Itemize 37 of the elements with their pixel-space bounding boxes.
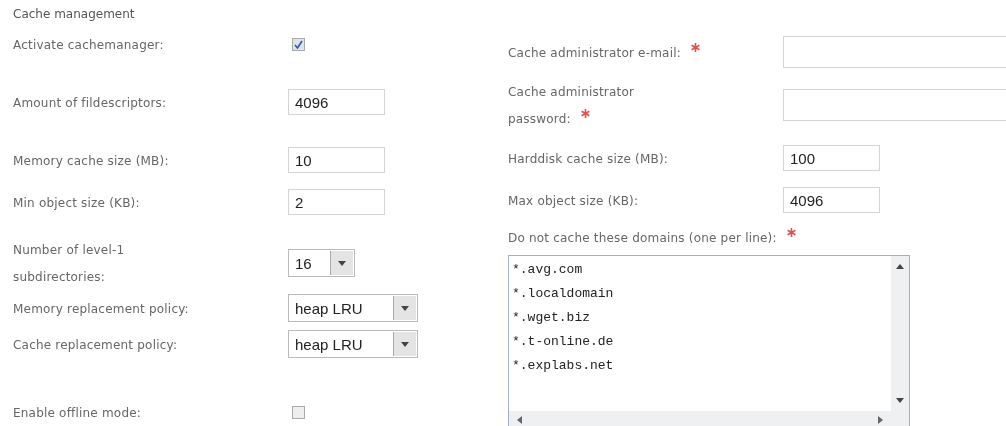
dropdown[interactable]: heap LRU [288, 294, 418, 322]
right-arrow-icon [878, 416, 883, 424]
field-label: Amount of fildescriptors: [13, 95, 167, 110]
input-field[interactable]: 100 [783, 145, 880, 171]
dropdown-button[interactable] [393, 296, 416, 320]
field-label: Harddisk cache size (MB): [508, 151, 669, 166]
input-field[interactable] [783, 36, 1006, 68]
field-label: Memory cache size (MB): [13, 153, 169, 168]
field-label: Do not cache these domains (one per line): [508, 231, 777, 245]
field-label: Min object size (KB): [13, 195, 140, 210]
down-arrow-icon [896, 398, 904, 403]
caret-icon [338, 260, 346, 266]
field-label: Enable offline mode: [13, 405, 142, 420]
dropdown-button[interactable] [393, 332, 416, 356]
input-field[interactable]: 4096 [288, 89, 385, 115]
section-title: Cache management [13, 6, 136, 23]
input-field[interactable]: 10 [288, 147, 385, 173]
checkbox[interactable] [292, 37, 305, 51]
input-field[interactable]: 2 [288, 189, 385, 215]
dropdown[interactable]: 16 [288, 249, 355, 277]
field-label: Memory replacement policy: [13, 301, 189, 316]
dropdown[interactable]: heap LRU [288, 330, 418, 358]
field-label: Max object size (KB): [508, 193, 639, 208]
input-field[interactable]: 4096 [783, 187, 880, 213]
field-label: Number of level-1 subdirectories: [13, 243, 125, 284]
input-field[interactable] [783, 89, 1006, 121]
caret-icon [401, 305, 409, 311]
up-arrow-icon [896, 264, 904, 269]
field-label: Activate cachemanager: [13, 37, 164, 52]
dropdown-button[interactable] [330, 251, 353, 275]
left-arrow-icon [517, 416, 522, 424]
field-label: Cache administrator e-mail: [508, 45, 681, 60]
field-label: Cache administrator password: [508, 85, 635, 126]
domains-textarea[interactable]: *.avg.com *.localdomain *.wget.biz *.t-online.de *.explabs.net [508, 255, 910, 426]
checkbox[interactable] [292, 405, 305, 419]
field-label: Cache replacement policy: [13, 337, 178, 352]
caret-icon [401, 341, 409, 347]
